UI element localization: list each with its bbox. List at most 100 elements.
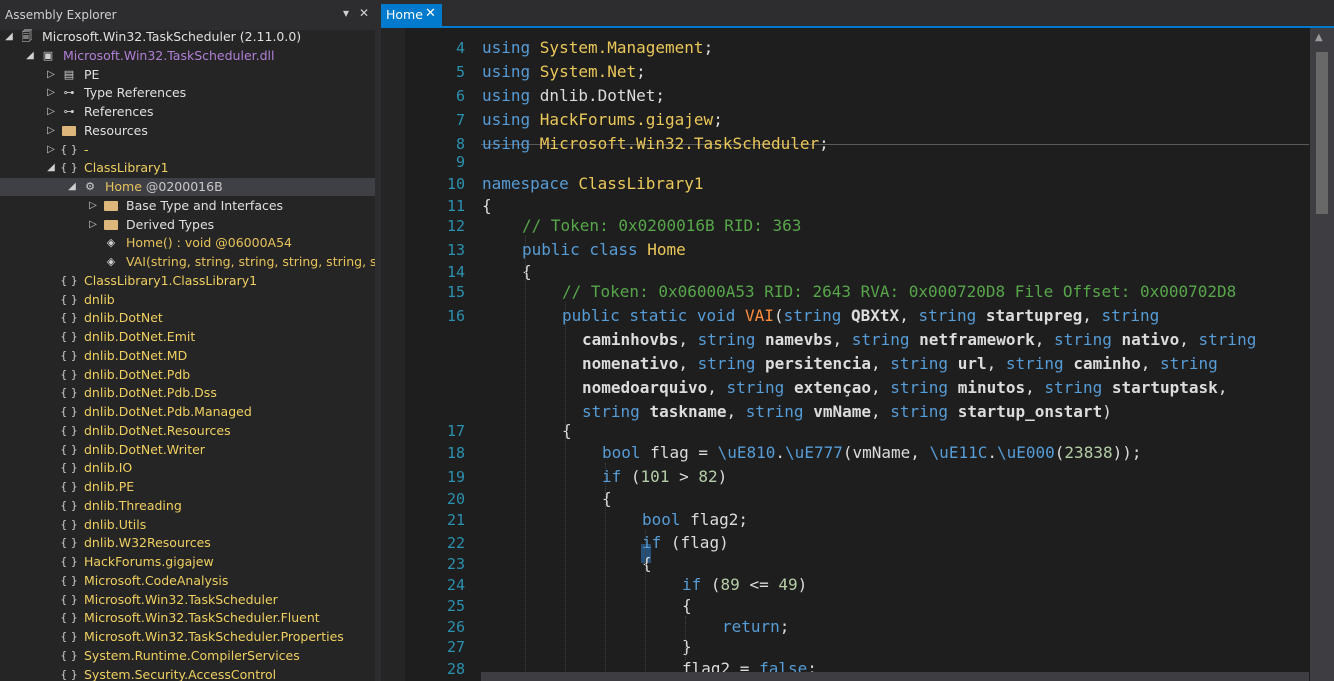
tree-item[interactable]: { } dnlib.Threading: [0, 497, 375, 515]
code-editor[interactable]: 4 using System.Management; 5 using System.N…: [381, 28, 1334, 681]
reference-icon: ⊶: [63, 105, 75, 118]
module-icon: ▣: [42, 48, 54, 62]
tree-item[interactable]: { } Microsoft.CodeAnalysis: [0, 572, 375, 590]
line-number: 16: [446, 307, 465, 325]
explorer-title: Assembly Explorer: [5, 8, 117, 22]
code-line: string taskname, string vmName, string s…: [582, 402, 1112, 421]
tree-item[interactable]: { } dnlib.DotNet.MD: [0, 347, 375, 365]
code-token: string: [697, 354, 766, 373]
namespace-icon: { }: [60, 667, 78, 681]
line-number: 19: [446, 468, 465, 486]
tree-item[interactable]: { } dnlib.DotNet.Pdb.Managed: [0, 403, 375, 421]
code-token: ,: [1034, 330, 1055, 349]
tree-item[interactable]: { } Microsoft.Win32.TaskScheduler.Fluent: [0, 609, 375, 627]
collapsed-arrow-icon[interactable]: ▷: [46, 66, 56, 84]
namespace-icon: { }: [60, 405, 78, 418]
tab-label: Home: [386, 7, 423, 22]
panel-menu-dropdown-icon[interactable]: ▾: [343, 6, 349, 20]
tree-item[interactable]: { } ClassLibrary1.ClassLibrary1: [0, 272, 375, 290]
code-token: startupreg: [985, 306, 1083, 325]
tree-item[interactable]: ◢ ▣ Microsoft.Win32.TaskScheduler.dll: [0, 47, 375, 65]
code-token: string: [918, 306, 986, 325]
tree-item[interactable]: ▷ Derived Types: [0, 216, 375, 234]
horizontal-scrollbar[interactable]: [481, 672, 1309, 681]
tree-item[interactable]: { } Microsoft.Win32.TaskScheduler.Propert…: [0, 628, 375, 646]
tree-item[interactable]: { } dnlib.IO: [0, 459, 375, 477]
tree-item[interactable]: ◈ Home() : void @06000A54: [0, 234, 375, 252]
line-number: 22: [446, 534, 465, 552]
tab-close-icon[interactable]: ✕: [425, 6, 436, 21]
tree-item[interactable]: ◈ VAI(string, string, string, string, str…: [0, 253, 375, 271]
tree-item-label: dnlib.DotNet.Pdb.Managed: [84, 404, 252, 419]
tree-item-label: dnlib.Threading: [84, 497, 182, 513]
tree-item[interactable]: { } System.Runtime.CompilerServices: [0, 647, 375, 665]
tree-item[interactable]: ◢ ⚙ Home @0200016B: [0, 178, 375, 196]
code-token: Home: [647, 240, 686, 259]
code-token: string: [890, 378, 958, 397]
namespace-icon: { }: [60, 480, 78, 493]
tree-item[interactable]: { } dnlib.DotNet.Pdb: [0, 366, 375, 384]
tree-item[interactable]: { } dnlib.DotNet.Writer: [0, 441, 375, 459]
collapsed-arrow-icon[interactable]: ▷: [88, 216, 98, 234]
code-token: string: [1044, 378, 1112, 397]
tree-item[interactable]: { } Microsoft.Win32.TaskScheduler: [0, 591, 375, 609]
tree-item[interactable]: { } HackForums.gigajew: [0, 553, 375, 571]
code-token: QBXtX: [851, 306, 900, 325]
expanded-arrow-icon[interactable]: ◢: [46, 159, 56, 177]
expanded-arrow-icon[interactable]: ◢: [4, 28, 14, 46]
tree-item[interactable]: { } dnlib.DotNet.Resources: [0, 422, 375, 440]
collapsed-arrow-icon[interactable]: ▷: [46, 122, 56, 140]
code-token: string: [697, 330, 766, 349]
tree-item[interactable]: ▷ Base Type and Interfaces: [0, 197, 375, 215]
vertical-scrollbar[interactable]: ▲: [1310, 28, 1334, 681]
code-token: >: [669, 467, 699, 486]
tree-item[interactable]: ▷ ⊶ Type References: [0, 84, 375, 102]
tree-item-label: Microsoft.Win32.TaskScheduler.dll: [63, 47, 275, 63]
tree-item[interactable]: { } dnlib.DotNet: [0, 309, 375, 327]
tree-item[interactable]: ▷ { } -: [0, 141, 375, 159]
tree-item[interactable]: ◢ 🗐 Microsoft.Win32.TaskScheduler (2.11.0.…: [0, 28, 375, 46]
code-token: string: [783, 306, 852, 325]
tree-item-label: dnlib.IO: [84, 460, 133, 476]
tree-item[interactable]: { } dnlib: [0, 291, 375, 309]
scroll-up-icon[interactable]: ▲: [1315, 32, 1323, 43]
collapsed-arrow-icon[interactable]: ▷: [46, 141, 56, 159]
tab-home[interactable]: Home ✕: [381, 4, 442, 26]
tree-item[interactable]: { } dnlib.PE: [0, 478, 375, 496]
tree-item[interactable]: ▷ ⊶ References: [0, 103, 375, 121]
code-token: if: [642, 533, 671, 552]
code-token: ,: [678, 330, 698, 349]
tree-item[interactable]: { } dnlib.Utils: [0, 516, 375, 534]
collapsed-arrow-icon[interactable]: ▷: [46, 103, 56, 121]
code-line: nomedoarquivo, string extençao, string m…: [582, 378, 1227, 397]
tree-item[interactable]: ▷ ▤ PE: [0, 66, 375, 84]
tree-item[interactable]: { } dnlib.DotNet.Pdb.Dss: [0, 384, 375, 402]
expanded-arrow-icon[interactable]: ◢: [67, 178, 77, 196]
collapsed-arrow-icon[interactable]: ▷: [46, 84, 56, 102]
code-token: HackForums.gigajew: [539, 110, 714, 129]
tree-item[interactable]: { } dnlib.W32Resources: [0, 534, 375, 552]
indent-guide: [685, 616, 686, 660]
panel-close-icon[interactable]: ✕: [359, 6, 369, 20]
tree-item[interactable]: ◢ { } ClassLibrary1: [0, 159, 375, 177]
namespace-icon: { }: [60, 161, 78, 175]
line-number: 10: [446, 175, 465, 193]
code-token: vmName: [813, 402, 871, 421]
line-number: 4: [455, 39, 465, 57]
tree-item[interactable]: { } dnlib.DotNet.Emit: [0, 328, 375, 346]
code-token: minutos: [957, 378, 1026, 397]
code-token: {: [522, 262, 532, 281]
code-token: 23838: [1064, 443, 1113, 462]
namespace-icon: { }: [60, 592, 78, 606]
tree-item[interactable]: { } System.Security.AccessControl: [0, 666, 375, 681]
code-token: bool: [602, 443, 651, 462]
expanded-arrow-icon[interactable]: ◢: [25, 47, 35, 65]
tree-item-label: dnlib.DotNet.Emit: [84, 329, 196, 344]
code-token: public class: [522, 240, 648, 259]
tree-item[interactable]: ▷ Resources: [0, 122, 375, 140]
code-line: if (101 > 82): [602, 467, 727, 486]
code-token: {: [562, 421, 572, 440]
collapsed-arrow-icon[interactable]: ▷: [88, 197, 98, 215]
scroll-thumb[interactable]: [1316, 52, 1328, 214]
line-number: 15: [446, 283, 465, 301]
